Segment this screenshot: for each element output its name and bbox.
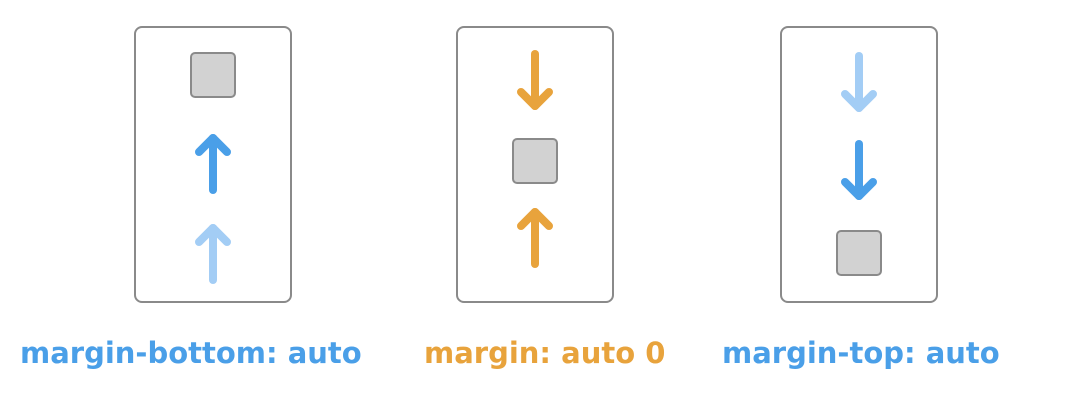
panel-margin-top-auto (780, 26, 938, 303)
arrow-up-svg (195, 224, 231, 284)
arrow-down-icon (837, 48, 881, 118)
flex-item-box (836, 230, 882, 276)
arrow-up-icon (191, 128, 235, 198)
panel-margin-bottom-auto (134, 26, 292, 303)
arrow-down-svg (841, 140, 877, 200)
flex-item-box (512, 138, 558, 184)
arrow-down-icon (837, 136, 881, 206)
arrow-up-icon (513, 202, 557, 272)
arrow-up-svg (517, 208, 553, 268)
panel-margin-auto-0 (456, 26, 614, 303)
arrow-up-icon (191, 218, 235, 288)
caption-margin-auto-0: margin: auto 0 (424, 336, 666, 370)
arrow-up-svg (195, 134, 231, 194)
flex-item-box (190, 52, 236, 98)
arrow-down-icon (513, 46, 557, 116)
caption-margin-bottom-auto: margin-bottom: auto (20, 336, 362, 370)
arrow-down-svg (841, 52, 877, 112)
arrow-down-svg (517, 50, 553, 110)
caption-margin-top-auto: margin-top: auto (722, 336, 1000, 370)
